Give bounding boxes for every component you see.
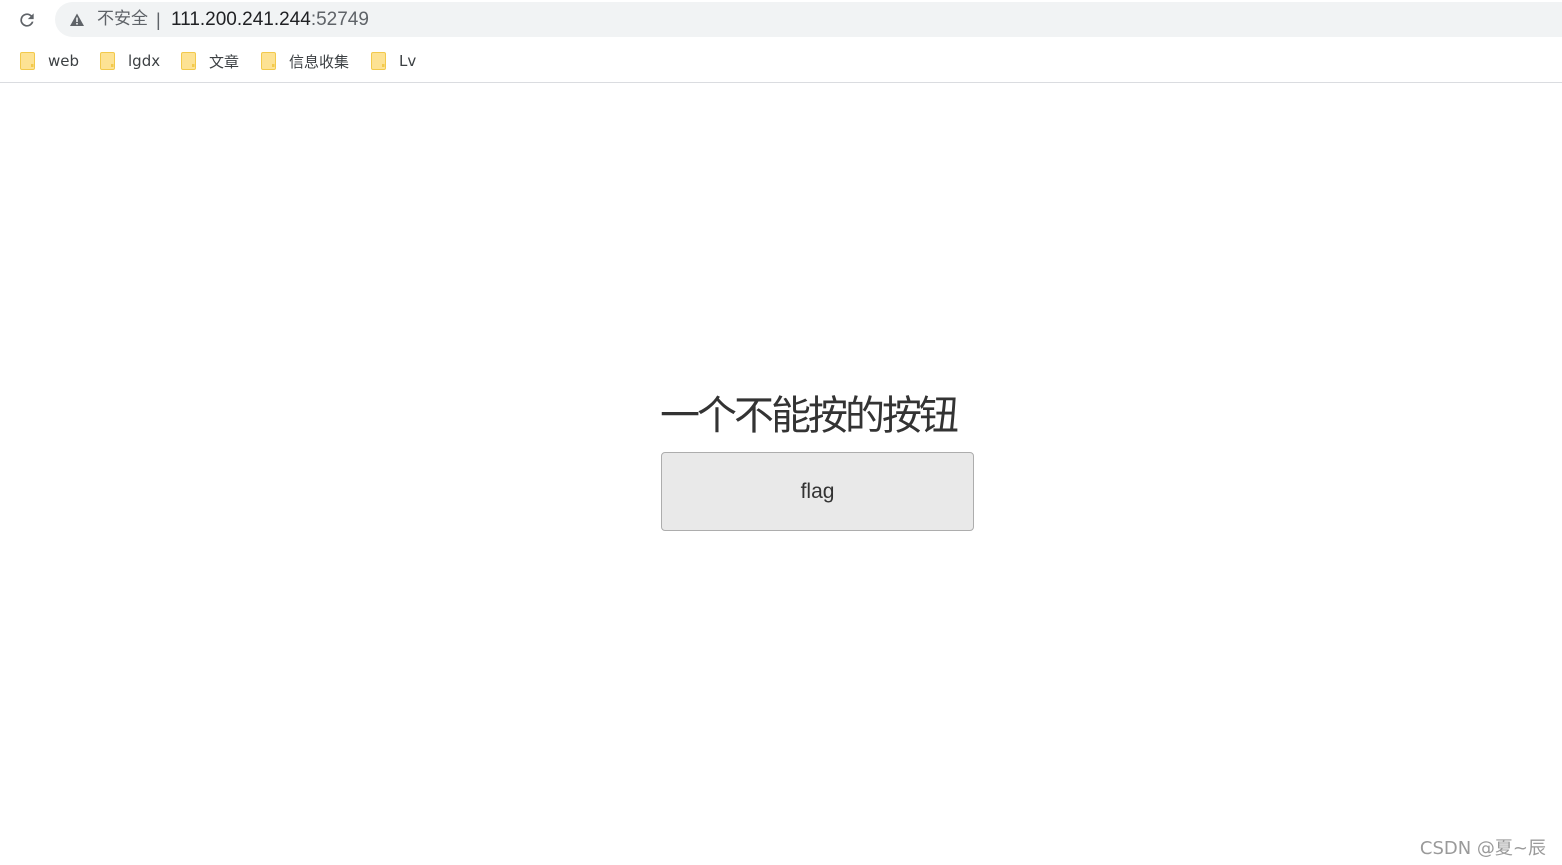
bookmark-lv[interactable]: Lv [371,50,416,72]
folder-icon [181,52,196,70]
bookmark-info-gathering[interactable]: 信息收集 [261,50,349,72]
folder-icon [100,52,115,70]
warning-icon[interactable] [69,12,85,28]
bookmark-label: lgdx [128,52,161,70]
flag-button[interactable]: flag [661,452,974,531]
bookmark-label: web [48,52,80,70]
reload-icon[interactable] [14,7,40,33]
folder-icon [261,52,276,70]
bookmark-articles[interactable]: 文章 [181,50,239,72]
bookmark-label: Lv [399,52,417,70]
watermark: CSDN @夏~辰 [1419,838,1546,859]
bookmark-label: 信息收集 [289,52,350,71]
folder-icon [20,52,35,70]
browser-toolbar: 不安全 | 111.200.241.244:52749 [0,0,1562,40]
bookmark-label: 文章 [209,52,240,71]
url-host: 111.200.241.244 [171,9,311,30]
bookmark-web[interactable]: web [20,50,79,72]
url-port: :52749 [310,9,369,30]
bookmark-lgdx[interactable]: lgdx [100,50,160,72]
url-separator: | [156,10,161,30]
folder-icon [371,52,386,70]
page-heading: 一个不能按的按钮 [660,393,959,439]
security-label[interactable]: 不安全 [97,9,148,30]
address-bar[interactable]: 不安全 | 111.200.241.244:52749 [55,2,1562,37]
url-text[interactable]: 111.200.241.244:52749 [171,9,369,31]
bookmarks-bar: web lgdx 文章 信息收集 Lv [0,42,1562,83]
